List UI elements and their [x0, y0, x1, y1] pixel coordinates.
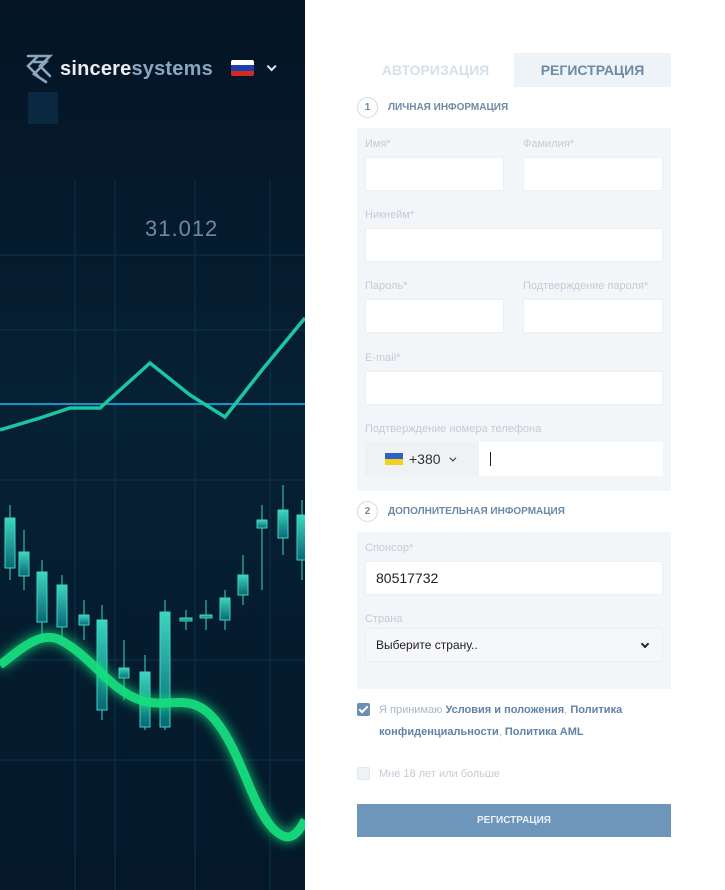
tab-login[interactable]: АВТОРИЗАЦИЯ: [357, 53, 514, 87]
register-submit-button[interactable]: РЕГИСТРАЦИЯ: [357, 804, 671, 837]
tab-register[interactable]: РЕГИСТРАЦИЯ: [514, 53, 671, 87]
chevron-down-icon: [640, 639, 650, 649]
terms-agreement: Я принимаю Условия и положения, Политика…: [357, 699, 649, 743]
sincere-systems-logo-icon: [26, 54, 54, 84]
russia-flag-icon: [231, 60, 254, 76]
first-name-input[interactable]: [365, 157, 504, 191]
privacy-policy-link-cont[interactable]: конфиденциальности: [379, 726, 499, 738]
country-label: Страна: [365, 613, 403, 625]
terms-separator: ,: [564, 704, 568, 716]
step-number: 1: [357, 97, 378, 118]
phone-country-code-selector[interactable]: +380: [365, 442, 479, 476]
brand-name-part1: sincere: [60, 57, 132, 80]
password-confirm-input[interactable]: [523, 299, 663, 333]
language-selector[interactable]: [231, 60, 277, 76]
section-title: ДОПОЛНИТЕЛЬНАЯ ИНФОРМАЦИЯ: [388, 506, 565, 517]
country-select[interactable]: Выберите страну..: [365, 628, 663, 662]
privacy-policy-link[interactable]: Политика: [570, 704, 622, 716]
auth-tabs: АВТОРИЗАЦИЯ РЕГИСТРАЦИЯ: [357, 53, 671, 87]
brand-name-part2: systems: [131, 57, 213, 80]
trading-chart-background: [0, 92, 305, 890]
phone-field: +380: [357, 400, 671, 480]
last-name-input[interactable]: [523, 157, 663, 191]
chart-price-readout: 31.012: [145, 216, 219, 241]
step-number: 2: [357, 501, 378, 522]
age-checkbox[interactable]: [357, 767, 370, 780]
email-label: E-mail*: [365, 352, 401, 364]
terms-text: Я принимаю Условия и положения, Политика…: [379, 699, 649, 743]
last-name-label: Фамилия*: [523, 138, 574, 150]
terms-link[interactable]: Условия и положения: [445, 704, 564, 716]
chevron-down-icon: [448, 454, 456, 462]
auth-form-panel: АВТОРИЗАЦИЯ РЕГИСТРАЦИЯ 1 ЛИЧНАЯ ИНФОРМА…: [305, 0, 725, 890]
section-personal-info-header: 1 ЛИЧНАЯ ИНФОРМАЦИЯ: [357, 97, 508, 118]
ukraine-flag-icon: [385, 453, 403, 465]
aml-policy-link[interactable]: Политика AML: [505, 726, 584, 738]
nickname-label: Никнейм*: [365, 209, 415, 221]
registration-page: 31.012 sinceresystems АВТОРИЗАЦИЯ РЕГИСТ…: [0, 0, 725, 890]
country-select-value: Выберите страну..: [376, 638, 478, 652]
text-cursor: [490, 452, 491, 466]
brand-logo[interactable]: sinceresystems: [24, 52, 213, 86]
age-label: Мне 18 лет или больше: [379, 768, 500, 780]
section-title: ЛИЧНАЯ ИНФОРМАЦИЯ: [388, 102, 509, 113]
terms-checkbox[interactable]: [357, 703, 370, 716]
sponsor-label: Спонсор*: [365, 542, 414, 554]
section-additional-info-header: 2 ДОПОЛНИТЕЛЬНАЯ ИНФОРМАЦИЯ: [357, 501, 565, 522]
additional-info-panel: Спонсор* 80517732 Страна Выберите страну…: [357, 532, 671, 689]
first-name-label: Имя*: [365, 138, 391, 150]
privacy-separator: ,: [498, 726, 502, 738]
nickname-input[interactable]: [365, 228, 663, 262]
brand-name: sinceresystems: [60, 58, 213, 81]
personal-info-panel: Имя* Фамилия* Никнейм* Пароль* Подтвержд…: [357, 128, 671, 491]
hero-panel: 31.012 sinceresystems: [0, 0, 305, 890]
age-confirmation: Мне 18 лет или больше: [357, 763, 500, 785]
password-confirm-label: Подтверждение пароля*: [523, 280, 649, 292]
phone-code-value: +380: [409, 451, 441, 467]
sponsor-input[interactable]: 80517732: [365, 561, 663, 595]
password-label: Пароль*: [365, 280, 408, 292]
terms-prefix: Я принимаю: [379, 704, 443, 716]
phone-number-input[interactable]: [479, 442, 663, 476]
password-input[interactable]: [365, 299, 504, 333]
